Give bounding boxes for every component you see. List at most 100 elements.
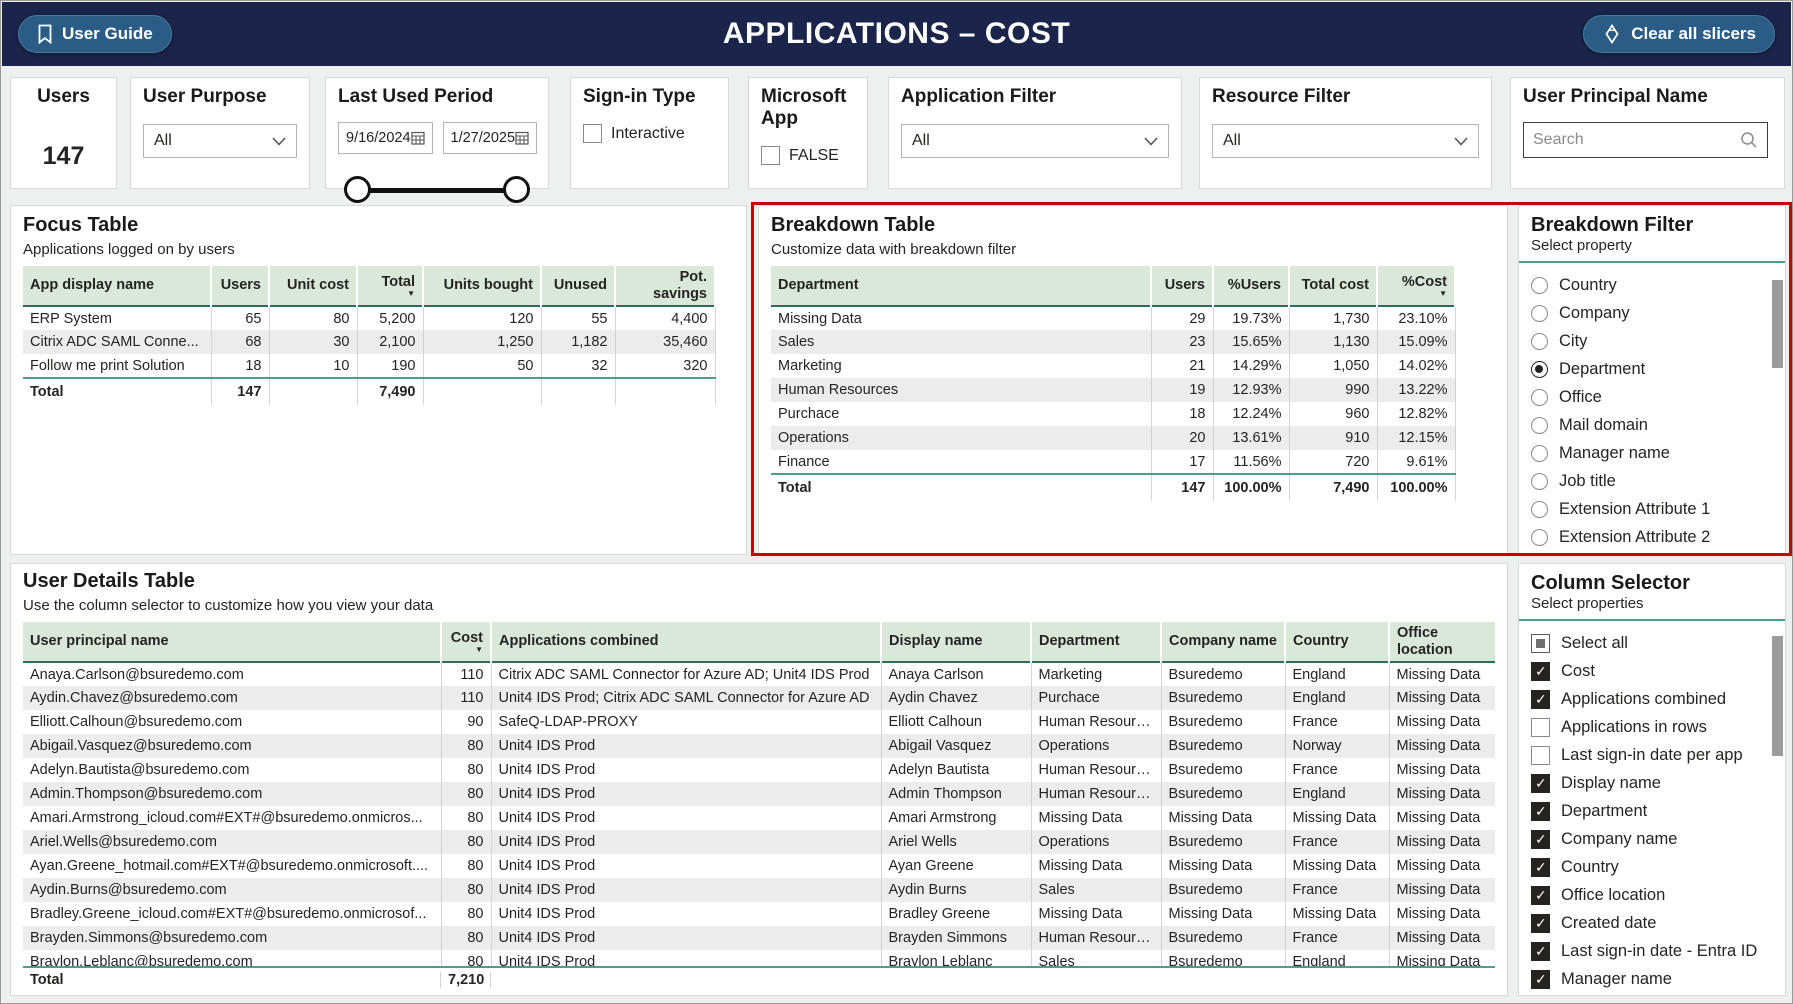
table-row[interactable]: Human Resources1912.93%99013.22% xyxy=(771,378,1455,402)
column-header-applications-combined[interactable]: Applications combined xyxy=(491,622,881,662)
column-header-pot-savings[interactable]: Pot. savings xyxy=(615,266,715,306)
scrollbar-thumb[interactable] xyxy=(1772,280,1783,368)
radio-option-company[interactable]: Company xyxy=(1531,299,1773,327)
slider-handle-start[interactable] xyxy=(344,176,371,203)
user-details-table: User principal nameCost▼Applications com… xyxy=(23,622,1495,966)
column-header-office-location[interactable]: Office location xyxy=(1389,622,1495,662)
user-purpose-dropdown[interactable]: All xyxy=(143,124,297,158)
table-cell: Human Resources xyxy=(1031,710,1161,734)
column-header-total[interactable]: Total▼ xyxy=(357,266,423,306)
checkbox-option-last-sign-in-date-per-app[interactable]: Last sign-in date per app xyxy=(1531,741,1773,769)
column-header-users[interactable]: Users xyxy=(211,266,269,306)
resource-filter-dropdown[interactable]: All xyxy=(1212,124,1479,158)
table-cell: Amari.Armstrong_icloud.com#EXT#@bsuredem… xyxy=(23,806,441,830)
table-row[interactable]: Elliott.Calhoun@bsuredemo.com90SafeQ-LDA… xyxy=(23,710,1495,734)
table-row[interactable]: Anaya.Carlson@bsuredemo.com110Citrix ADC… xyxy=(23,662,1495,686)
radio-icon xyxy=(1531,501,1548,518)
table-row[interactable]: Operations2013.61%91012.15% xyxy=(771,426,1455,450)
column-header-total-cost[interactable]: Total cost xyxy=(1289,266,1377,306)
column-header-unused[interactable]: Unused xyxy=(541,266,615,306)
checkbox-option-created-date[interactable]: Created date xyxy=(1531,909,1773,937)
radio-option-office[interactable]: Office xyxy=(1531,383,1773,411)
table-row[interactable]: Aydin.Chavez@bsuredemo.com110Unit4 IDS P… xyxy=(23,686,1495,710)
table-row[interactable]: Ariel.Wells@bsuredemo.com80Unit4 IDS Pro… xyxy=(23,830,1495,854)
total-row: Total147100.00%7,490100.00% xyxy=(771,474,1455,501)
checkbox-option-applications-in-rows[interactable]: Applications in rows xyxy=(1531,713,1773,741)
checkbox-option-manager-name[interactable]: Manager name xyxy=(1531,965,1773,993)
date-range-slider[interactable] xyxy=(344,176,530,204)
focus-table: App display nameUsersUnit costTotal▼Unit… xyxy=(23,266,734,405)
column-header-department[interactable]: Department xyxy=(771,266,1151,306)
table-row[interactable]: Citrix ADC SAML Conne...68302,1001,2501,… xyxy=(23,330,715,354)
table-cell: Missing Data xyxy=(1389,734,1495,758)
false-checkbox-option[interactable]: FALSE xyxy=(761,146,855,165)
slider-handle-end[interactable] xyxy=(503,176,530,203)
checkbox-option-office-location[interactable]: Office location xyxy=(1531,881,1773,909)
radio-option-manager-name[interactable]: Manager name xyxy=(1531,439,1773,467)
table-row[interactable]: Ayan.Greene_hotmail.com#EXT#@bsuredemo.o… xyxy=(23,854,1495,878)
column-header-company-name[interactable]: Company name xyxy=(1161,622,1285,662)
table-row[interactable]: Admin.Thompson@bsuredemo.com80Unit4 IDS … xyxy=(23,782,1495,806)
radio-option-extension-attribute-1[interactable]: Extension Attribute 1 xyxy=(1531,495,1773,523)
table-row[interactable]: Sales2315.65%1,13015.09% xyxy=(771,330,1455,354)
interactive-checkbox-option[interactable]: Interactive xyxy=(583,124,716,143)
table-row[interactable]: ERP System65805,200120554,400 xyxy=(23,306,715,330)
start-date-input[interactable]: 9/16/2024 xyxy=(338,122,433,154)
table-cell: 80 xyxy=(441,734,491,758)
column-header-users[interactable]: %Users xyxy=(1213,266,1289,306)
table-cell: Missing Data xyxy=(1389,662,1495,686)
table-cell: England xyxy=(1285,686,1389,710)
table-cell: Unit4 IDS Prod xyxy=(491,758,881,782)
table-row[interactable]: Braylon.Leblanc@bsuredemo.com80Unit4 IDS… xyxy=(23,950,1495,966)
radio-option-department[interactable]: Department xyxy=(1531,355,1773,383)
column-header-cost[interactable]: %Cost▼ xyxy=(1377,266,1455,306)
table-row[interactable]: Missing Data2919.73%1,73023.10% xyxy=(771,306,1455,330)
checkbox-option-last-sign-in-date-entra-id[interactable]: Last sign-in date - Entra ID xyxy=(1531,937,1773,965)
table-row[interactable]: Finance1711.56%7209.61% xyxy=(771,450,1455,474)
table-row[interactable]: Bradley.Greene_icloud.com#EXT#@bsuredemo… xyxy=(23,902,1495,926)
checkbox-option-display-name[interactable]: Display name xyxy=(1531,769,1773,797)
checkbox-option-select-all[interactable]: Select all xyxy=(1531,629,1773,657)
upn-search-box[interactable] xyxy=(1523,122,1768,158)
column-selector-scrollbar[interactable] xyxy=(1772,630,1783,990)
column-header-users[interactable]: Users xyxy=(1151,266,1213,306)
scrollbar-thumb[interactable] xyxy=(1772,636,1783,756)
clear-all-slicers-button[interactable]: Clear all slicers xyxy=(1583,15,1775,53)
user-guide-button[interactable]: User Guide xyxy=(18,15,172,53)
upn-search-input[interactable] xyxy=(1533,131,1740,149)
table-cell: Human Resources xyxy=(1031,758,1161,782)
checkbox-option-company-name[interactable]: Company name xyxy=(1531,825,1773,853)
column-header-units-bought[interactable]: Units bought xyxy=(423,266,541,306)
table-row[interactable]: Marketing2114.29%1,05014.02% xyxy=(771,354,1455,378)
radio-option-city[interactable]: City xyxy=(1531,327,1773,355)
checkbox-option-applications-combined[interactable]: Applications combined xyxy=(1531,685,1773,713)
checkbox-icon xyxy=(1531,634,1550,653)
table-row[interactable]: Follow me print Solution18101905032320 xyxy=(23,354,715,378)
column-header-unit-cost[interactable]: Unit cost xyxy=(269,266,357,306)
column-header-department[interactable]: Department xyxy=(1031,622,1161,662)
checkbox-option-country[interactable]: Country xyxy=(1531,853,1773,881)
column-header-cost[interactable]: Cost▼ xyxy=(441,622,491,662)
breakdown-filter-scrollbar[interactable] xyxy=(1772,272,1783,550)
table-row[interactable]: Aydin.Burns@bsuredemo.com80Unit4 IDS Pro… xyxy=(23,878,1495,902)
radio-option-country[interactable]: Country xyxy=(1531,271,1773,299)
radio-option-extension-attribute-2[interactable]: Extension Attribute 2 xyxy=(1531,523,1773,551)
table-row[interactable]: Adelyn.Bautista@bsuredemo.com80Unit4 IDS… xyxy=(23,758,1495,782)
column-header-app-display-name[interactable]: App display name xyxy=(23,266,211,306)
table-row[interactable]: Purchace1812.24%96012.82% xyxy=(771,402,1455,426)
table-row[interactable]: Amari.Armstrong_icloud.com#EXT#@bsuredem… xyxy=(23,806,1495,830)
application-filter-dropdown[interactable]: All xyxy=(901,124,1169,158)
column-header-country[interactable]: Country xyxy=(1285,622,1389,662)
column-header-display-name[interactable]: Display name xyxy=(881,622,1031,662)
radio-option-job-title[interactable]: Job title xyxy=(1531,467,1773,495)
table-row[interactable]: Brayden.Simmons@bsuredemo.com80Unit4 IDS… xyxy=(23,926,1495,950)
table-row[interactable]: Abigail.Vasquez@bsuredemo.com80Unit4 IDS… xyxy=(23,734,1495,758)
column-header-user-principal-name[interactable]: User principal name xyxy=(23,622,441,662)
radio-option-mail-domain[interactable]: Mail domain xyxy=(1531,411,1773,439)
checkbox-option-cost[interactable]: Cost xyxy=(1531,657,1773,685)
table-cell: 190 xyxy=(357,354,423,378)
checkbox-option-department[interactable]: Department xyxy=(1531,797,1773,825)
focus-table: App display nameUsersUnit costTotal▼Unit… xyxy=(23,266,716,405)
search-icon xyxy=(1740,131,1758,149)
end-date-input[interactable]: 1/27/2025 xyxy=(443,122,538,154)
